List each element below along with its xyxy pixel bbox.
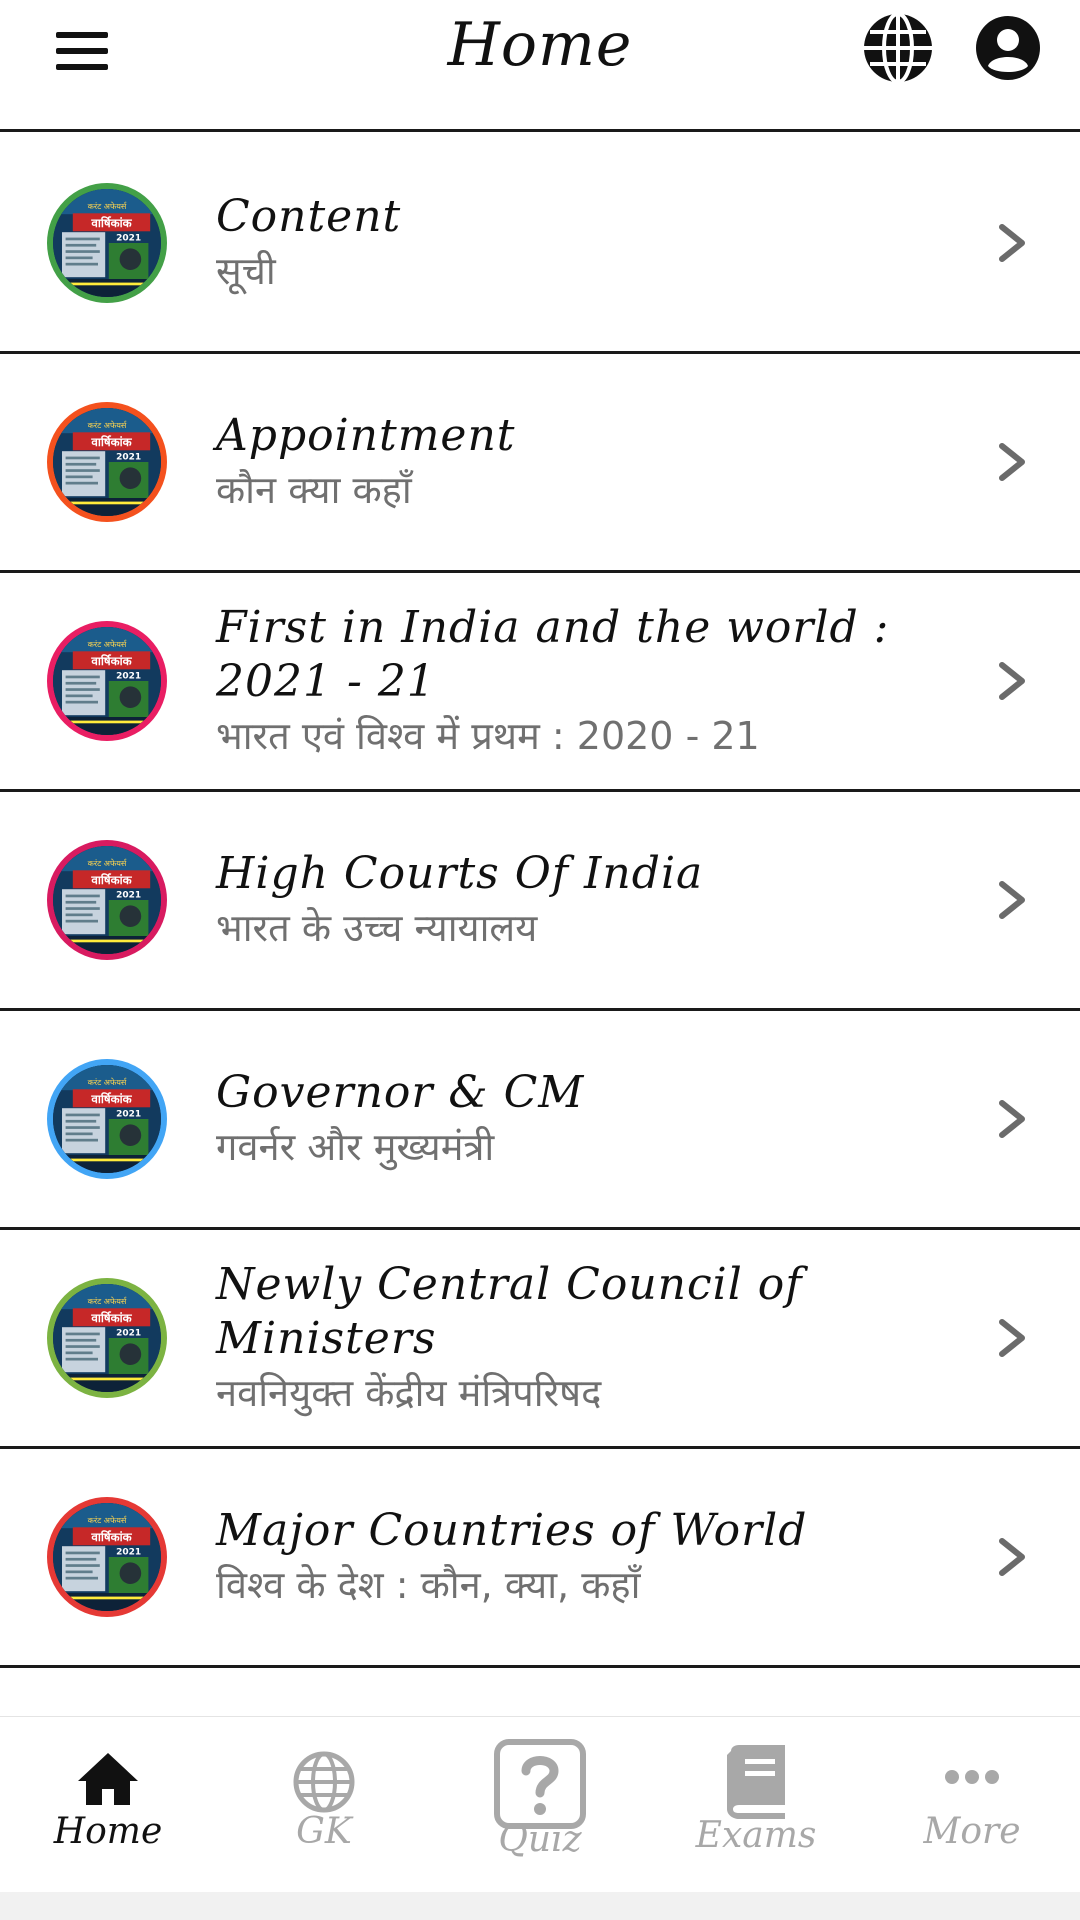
list-item[interactable]: करंट अफेयर्स वार्षिकांक 2021 Content सूच… (0, 135, 1080, 354)
book-cover-avatar: करंट अफेयर्स वार्षिकांक 2021 (47, 183, 167, 303)
list-item[interactable]: करंट अफेयर्स वार्षिकांक 2021 First in In… (0, 573, 1080, 792)
nav-gk-label: GK (296, 1811, 352, 1852)
list-item-subtitle: कौन क्या कहाँ (216, 468, 412, 512)
cover-year: 2021 (116, 671, 141, 681)
list-item-subtitle: नवनियुक्त केंद्रीय मंत्रिपरिषद (216, 1371, 602, 1415)
cover-title: वार्षिकांक (90, 1092, 132, 1106)
chevron-right-icon (999, 881, 1025, 919)
nav-home[interactable]: Home (0, 1717, 216, 1892)
cover-title: वार्षिकांक (90, 216, 132, 230)
list-item-subtitle: भारत के उच्च न्यायालय (216, 906, 538, 950)
cover-title: वार्षिकांक (90, 435, 132, 449)
book-cover-image: करंट अफेयर्स वार्षिकांक 2021 (53, 1503, 161, 1611)
list-item-title: Appointment (216, 410, 516, 461)
nav-gk[interactable]: GK (216, 1717, 432, 1892)
book-cover-image: करंट अफेयर्स वार्षिकांक 2021 (53, 189, 161, 297)
nav-more[interactable]: More (864, 1717, 1080, 1892)
system-navigation-bar (0, 1892, 1080, 1920)
list-item-title: Major Countries of World (216, 1505, 808, 1556)
cover-year: 2021 (116, 890, 141, 900)
list-item-subtitle: विश्व के देश : कौन, क्या, कहाँ (216, 1563, 641, 1607)
chevron-right-icon (999, 224, 1025, 262)
cover-heading: करंट अफेयर्स (88, 420, 128, 430)
book-cover-avatar: करंट अफेयर्स वार्षिकांक 2021 (47, 621, 167, 741)
book-cover-image: करंट अफेयर्स वार्षिकांक 2021 (53, 1284, 161, 1392)
topic-list: करंट अफेयर्स वार्षिकांक 2021 Content सूच… (0, 135, 1080, 1668)
list-item[interactable]: करंट अफेयर्स वार्षिकांक 2021 Newly Centr… (0, 1230, 1080, 1449)
list-item-title: Content (216, 191, 402, 242)
list-item[interactable]: करंट अफेयर्स वार्षिकांक 2021 Appointment… (0, 354, 1080, 573)
list-item-title: High Courts Of India (216, 848, 704, 899)
chevron-right-icon (999, 662, 1025, 700)
list-item[interactable]: करंट अफेयर्स वार्षिकांक 2021 High Courts… (0, 792, 1080, 1011)
help-question-icon (494, 1739, 586, 1829)
cover-heading: करंट अफेयर्स (88, 1515, 128, 1525)
list-item[interactable]: करंट अफेयर्स वार्षिकांक 2021 Major Count… (0, 1449, 1080, 1668)
list-item-subtitle: सूची (216, 249, 276, 293)
cover-title: वार्षिकांक (90, 873, 132, 887)
list-item-texts: Governor & CM गवर्नर और मुख्यमंत्री (216, 1066, 960, 1172)
list-item-title: First in India and the world : 2021 - 21 (216, 602, 890, 707)
cover-year: 2021 (116, 1547, 141, 1557)
book-cover-avatar: करंट अफेयर्स वार्षिकांक 2021 (47, 1059, 167, 1179)
book-cover-avatar: करंट अफेयर्स वार्षिकांक 2021 (47, 1497, 167, 1617)
cover-heading: करंट अफेयर्स (88, 639, 128, 649)
cover-heading: करंट अफेयर्स (88, 1077, 128, 1087)
cover-year: 2021 (116, 452, 141, 462)
nav-more-label: More (923, 1811, 1021, 1852)
book-icon (727, 1745, 785, 1819)
nav-home-label: Home (53, 1811, 163, 1852)
cover-heading: करंट अफेयर्स (88, 201, 128, 211)
list-item-texts: Major Countries of World विश्व के देश : … (216, 1504, 960, 1610)
book-cover-image: करंट अफेयर्स वार्षिकांक 2021 (53, 846, 161, 954)
cover-title: वार्षिकांक (90, 654, 132, 668)
list-item-texts: Content सूची (216, 190, 960, 296)
list-item-texts: Newly Central Council of Ministers नवनिय… (216, 1258, 960, 1418)
list-item-texts: High Courts Of India भारत के उच्च न्याया… (216, 847, 960, 953)
book-cover-avatar: करंट अफेयर्स वार्षिकांक 2021 (47, 1278, 167, 1398)
chevron-right-icon (999, 1100, 1025, 1138)
book-cover-image: करंट अफेयर्स वार्षिकांक 2021 (53, 408, 161, 516)
nav-exams[interactable]: Exams (648, 1717, 864, 1892)
app-header: Home (0, 0, 1080, 132)
cover-year: 2021 (116, 233, 141, 243)
list-item-title: Governor & CM (216, 1067, 585, 1118)
book-cover-avatar: करंट अफेयर्स वार्षिकांक 2021 (47, 402, 167, 522)
cover-year: 2021 (116, 1109, 141, 1119)
globe-icon[interactable] (862, 12, 934, 84)
chevron-right-icon (999, 1319, 1025, 1357)
book-cover-avatar: करंट अफेयर्स वार्षिकांक 2021 (47, 840, 167, 960)
home-icon (78, 1753, 138, 1805)
book-cover-image: करंट अफेयर्स वार्षिकांक 2021 (53, 1065, 161, 1173)
list-item[interactable]: करंट अफेयर्स वार्षिकांक 2021 Governor & … (0, 1011, 1080, 1230)
list-item-subtitle: गवर्नर और मुख्यमंत्री (216, 1125, 495, 1169)
cover-heading: करंट अफेयर्स (88, 1296, 128, 1306)
cover-title: वार्षिकांक (90, 1311, 132, 1325)
list-item-title: Newly Central Council of Ministers (216, 1259, 803, 1364)
globe-icon (293, 1751, 355, 1813)
bottom-navigation: Home GK Quiz Exams More (0, 1716, 1080, 1892)
more-horizontal-icon (945, 1770, 999, 1784)
cover-year: 2021 (116, 1328, 141, 1338)
chevron-right-icon (999, 443, 1025, 481)
account-circle-icon[interactable] (972, 12, 1044, 84)
book-cover-image: करंट अफेयर्स वार्षिकांक 2021 (53, 627, 161, 735)
cover-title: वार्षिकांक (90, 1530, 132, 1544)
chevron-right-icon (999, 1538, 1025, 1576)
list-item-texts: First in India and the world : 2021 - 21… (216, 601, 960, 761)
nav-quiz-label: Quiz (498, 1819, 582, 1860)
list-item-subtitle: भारत एवं विश्व में प्रथम : 2020 - 21 (216, 714, 760, 758)
nav-quiz[interactable]: Quiz (432, 1717, 648, 1892)
nav-exams-label: Exams (695, 1815, 817, 1856)
cover-heading: करंट अफेयर्स (88, 858, 128, 868)
list-item-texts: Appointment कौन क्या कहाँ (216, 409, 960, 515)
